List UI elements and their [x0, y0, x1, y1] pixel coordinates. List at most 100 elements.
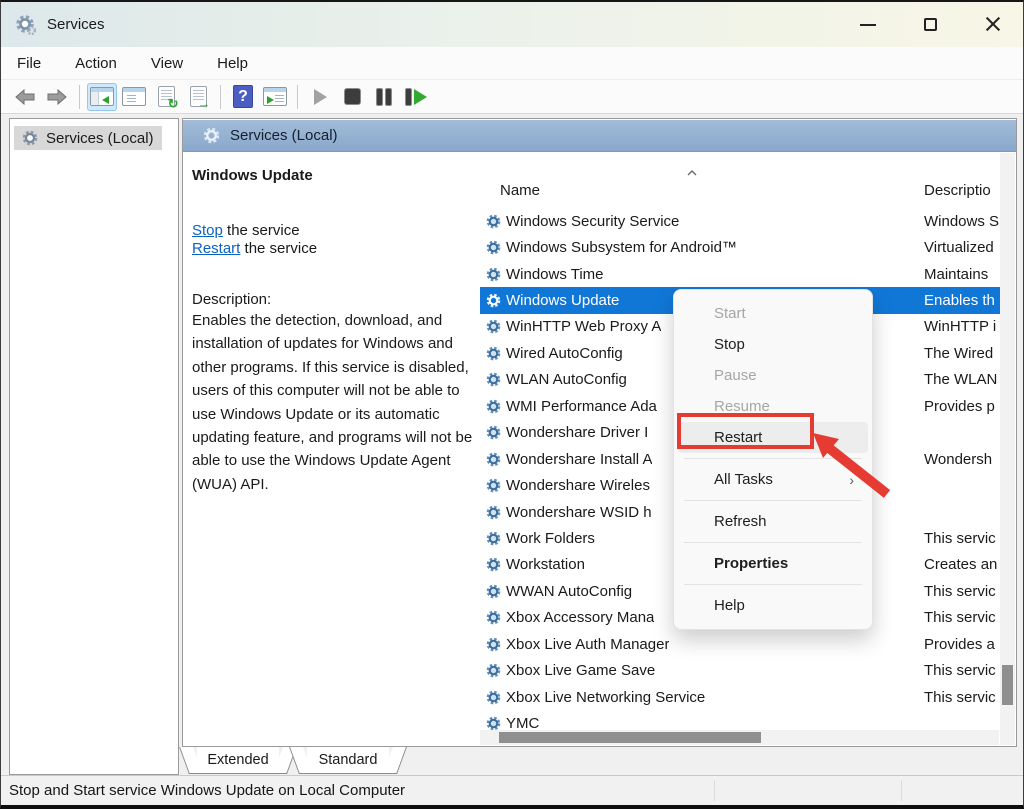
service-gear-icon [486, 267, 501, 282]
column-header-name[interactable]: Name [500, 182, 540, 199]
column-header-description[interactable]: Descriptio [924, 182, 1000, 199]
service-gear-icon [486, 531, 501, 546]
service-description-cell: Provides p [924, 398, 1000, 415]
service-description-cell: This servic [924, 609, 1000, 626]
export-list-icon: → [190, 86, 207, 107]
tab-standard[interactable]: Standard [294, 747, 402, 774]
service-gear-icon [486, 690, 501, 705]
service-row[interactable]: Windows TimeMaintains [480, 261, 1002, 287]
show-action-pane-button[interactable] [260, 83, 290, 111]
context-menu-item-stop[interactable]: Stop [678, 329, 868, 360]
menu-action[interactable]: Action [75, 55, 117, 72]
export-list-button[interactable]: → [183, 83, 213, 111]
toolbar-separator [79, 85, 80, 109]
service-name: WMI Performance Ada [506, 398, 657, 415]
tab-label: Standard [307, 747, 389, 774]
menu-file[interactable]: File [17, 55, 41, 72]
minimize-icon [860, 24, 876, 26]
service-gear-icon [486, 452, 501, 467]
action-pane-icon [263, 87, 287, 106]
service-description-cell: Creates an [924, 556, 1000, 573]
stop-line-suffix: the service [223, 222, 300, 239]
service-name: Xbox Live Networking Service [506, 689, 705, 706]
services-window: Services File Action View Help ↻ → [0, 0, 1024, 809]
service-name: Work Folders [506, 530, 595, 547]
service-description-cell: Enables th [924, 292, 1000, 309]
horizontal-scrollbar-thumb[interactable] [499, 732, 761, 743]
menu-view[interactable]: View [151, 55, 183, 72]
tree-item-services-local[interactable]: Services (Local) [14, 126, 162, 150]
restart-service-button[interactable] [401, 83, 431, 111]
service-row[interactable]: Windows Security ServiceWindows S [480, 208, 1002, 234]
maximize-button[interactable] [899, 2, 961, 47]
context-menu-label: Help [714, 597, 745, 614]
context-menu: StartStopPauseResumeRestartAll Tasks›Ref… [673, 289, 873, 630]
context-menu-item-help[interactable]: Help [678, 590, 868, 621]
service-gear-icon [486, 716, 501, 731]
start-service-icon [314, 89, 327, 105]
service-description-cell: The WLAN [924, 371, 1000, 388]
service-row[interactable]: Windows Subsystem for Android™Virtualize… [480, 234, 1002, 260]
service-gear-icon [486, 505, 501, 520]
view-tabs: Extended Standard [184, 747, 404, 774]
restart-line-suffix: the service [240, 240, 317, 257]
service-gear-icon [486, 214, 501, 229]
services-app-icon [15, 14, 37, 36]
service-row[interactable]: Xbox Live Game SaveThis servic [480, 657, 1002, 683]
back-button[interactable] [10, 83, 40, 111]
context-menu-label: Pause [714, 367, 757, 384]
service-name: Windows Subsystem for Android™ [506, 239, 737, 256]
stop-service-link[interactable]: Stop [192, 222, 223, 239]
console-tree-panel: Services (Local) [9, 118, 179, 775]
restart-service-link[interactable]: Restart [192, 240, 240, 257]
service-name: WinHTTP Web Proxy A [506, 318, 661, 335]
sort-ascending-icon [686, 169, 698, 177]
service-gear-icon [486, 637, 501, 652]
service-gear-icon [486, 346, 501, 361]
menu-help[interactable]: Help [217, 55, 248, 72]
service-row[interactable]: Xbox Live Auth ManagerProvides a [480, 631, 1002, 657]
horizontal-scrollbar[interactable] [480, 730, 999, 745]
context-menu-separator [684, 542, 862, 543]
context-menu-label: Properties [714, 555, 788, 572]
tab-extended[interactable]: Extended [184, 747, 292, 774]
stop-service-button[interactable] [337, 83, 367, 111]
service-row[interactable]: Xbox Live Networking ServiceThis servic [480, 684, 1002, 710]
vertical-scrollbar-thumb[interactable] [1002, 665, 1013, 705]
forward-button[interactable] [42, 83, 72, 111]
pause-service-button[interactable] [369, 83, 399, 111]
help-button[interactable]: ? [228, 83, 258, 111]
context-menu-item-properties[interactable]: Properties [678, 548, 868, 579]
vertical-scrollbar[interactable] [1000, 153, 1015, 745]
start-service-button[interactable] [305, 83, 335, 111]
service-description-cell: Provides a [924, 636, 1000, 653]
show-console-tree-button[interactable] [87, 83, 117, 111]
forward-arrow-icon [46, 89, 68, 105]
service-gear-icon [486, 610, 501, 625]
context-menu-label: Refresh [714, 513, 767, 530]
workspace-panel: Services (Local) Windows Update Stop the… [182, 118, 1017, 747]
service-name: WLAN AutoConfig [506, 371, 627, 388]
properties-button[interactable] [119, 83, 149, 111]
service-name: Xbox Live Game Save [506, 662, 655, 679]
service-name: Workstation [506, 556, 585, 573]
selected-service-title: Windows Update [192, 167, 482, 184]
service-name: Wired AutoConfig [506, 345, 623, 362]
close-button[interactable] [961, 2, 1023, 47]
content-header-title: Services (Local) [230, 127, 338, 144]
service-description-cell: This servic [924, 530, 1000, 547]
service-gear-icon [486, 372, 501, 387]
service-name: Xbox Accessory Mana [506, 609, 654, 626]
refresh-button[interactable]: ↻ [151, 83, 181, 111]
context-menu-item-refresh[interactable]: Refresh [678, 506, 868, 537]
toolbar-separator [297, 85, 298, 109]
service-description-cell: Maintains [924, 266, 1000, 283]
service-description-cell: The Wired [924, 345, 1000, 362]
context-menu-item-all-tasks[interactable]: All Tasks› [678, 464, 868, 495]
pause-service-icon [377, 89, 391, 105]
service-name: Wondershare Install A [506, 451, 652, 468]
service-gear-icon [486, 399, 501, 414]
window-title: Services [47, 16, 105, 33]
minimize-button[interactable] [837, 2, 899, 47]
service-name: Windows Update [506, 292, 619, 309]
